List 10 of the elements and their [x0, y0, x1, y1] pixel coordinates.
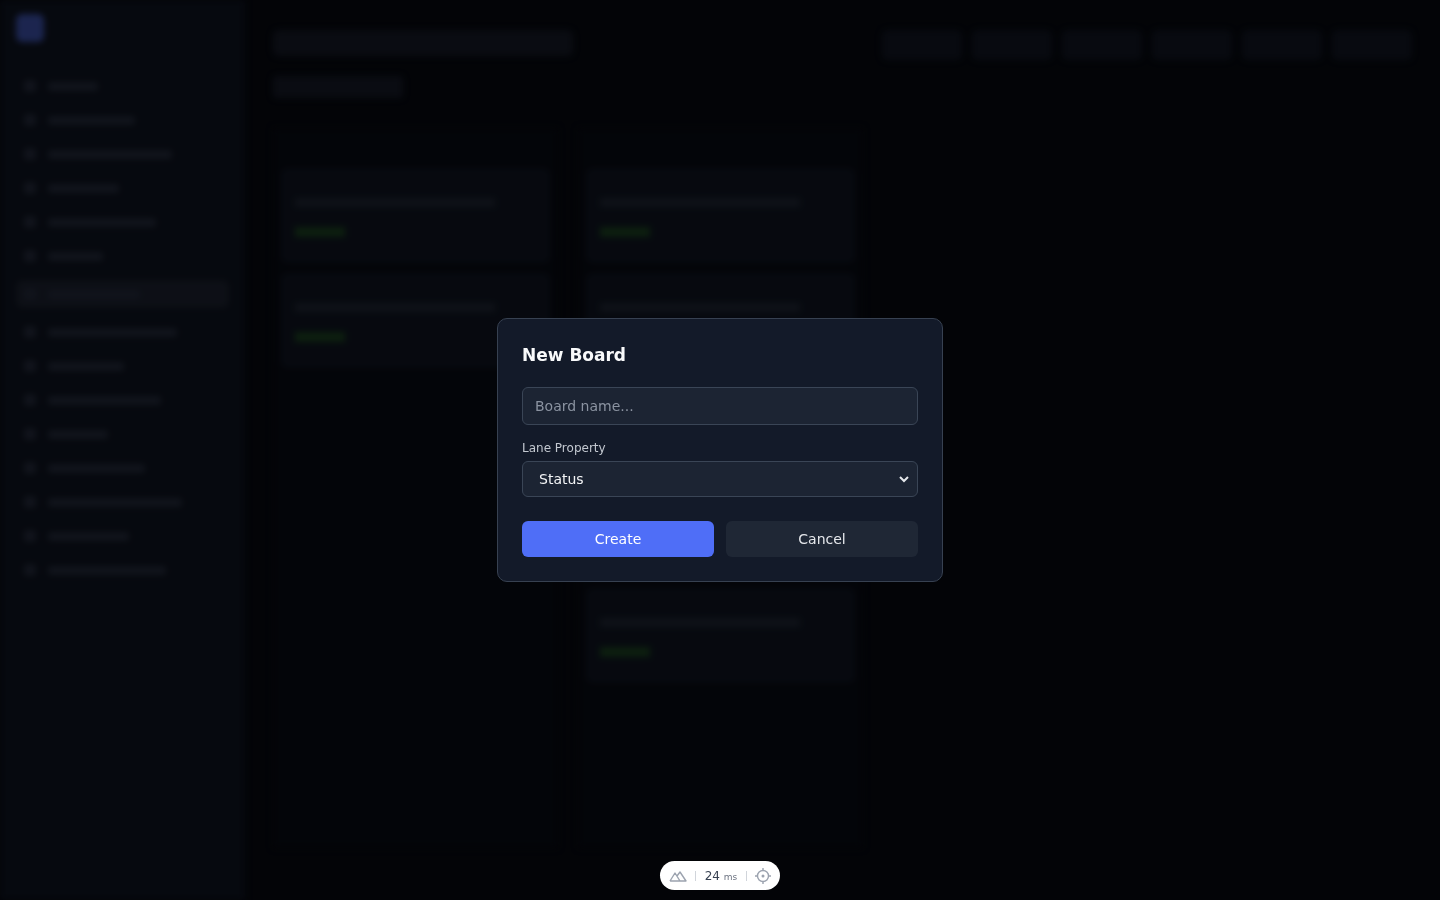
create-button[interactable]: Create: [522, 521, 714, 557]
dialog-title: New Board: [522, 345, 628, 365]
board-name-field[interactable]: Board name...: [522, 387, 918, 425]
lane-property-label: Lane Property: [522, 441, 607, 455]
lane-property-select[interactable]: Status: [522, 461, 918, 497]
chevron-down-icon: [899, 475, 909, 483]
cancel-button[interactable]: Cancel: [726, 521, 918, 557]
render-time: 24 ms: [704, 868, 738, 883]
crosshair-icon[interactable]: [755, 867, 772, 884]
mountain-icon[interactable]: [668, 869, 687, 882]
